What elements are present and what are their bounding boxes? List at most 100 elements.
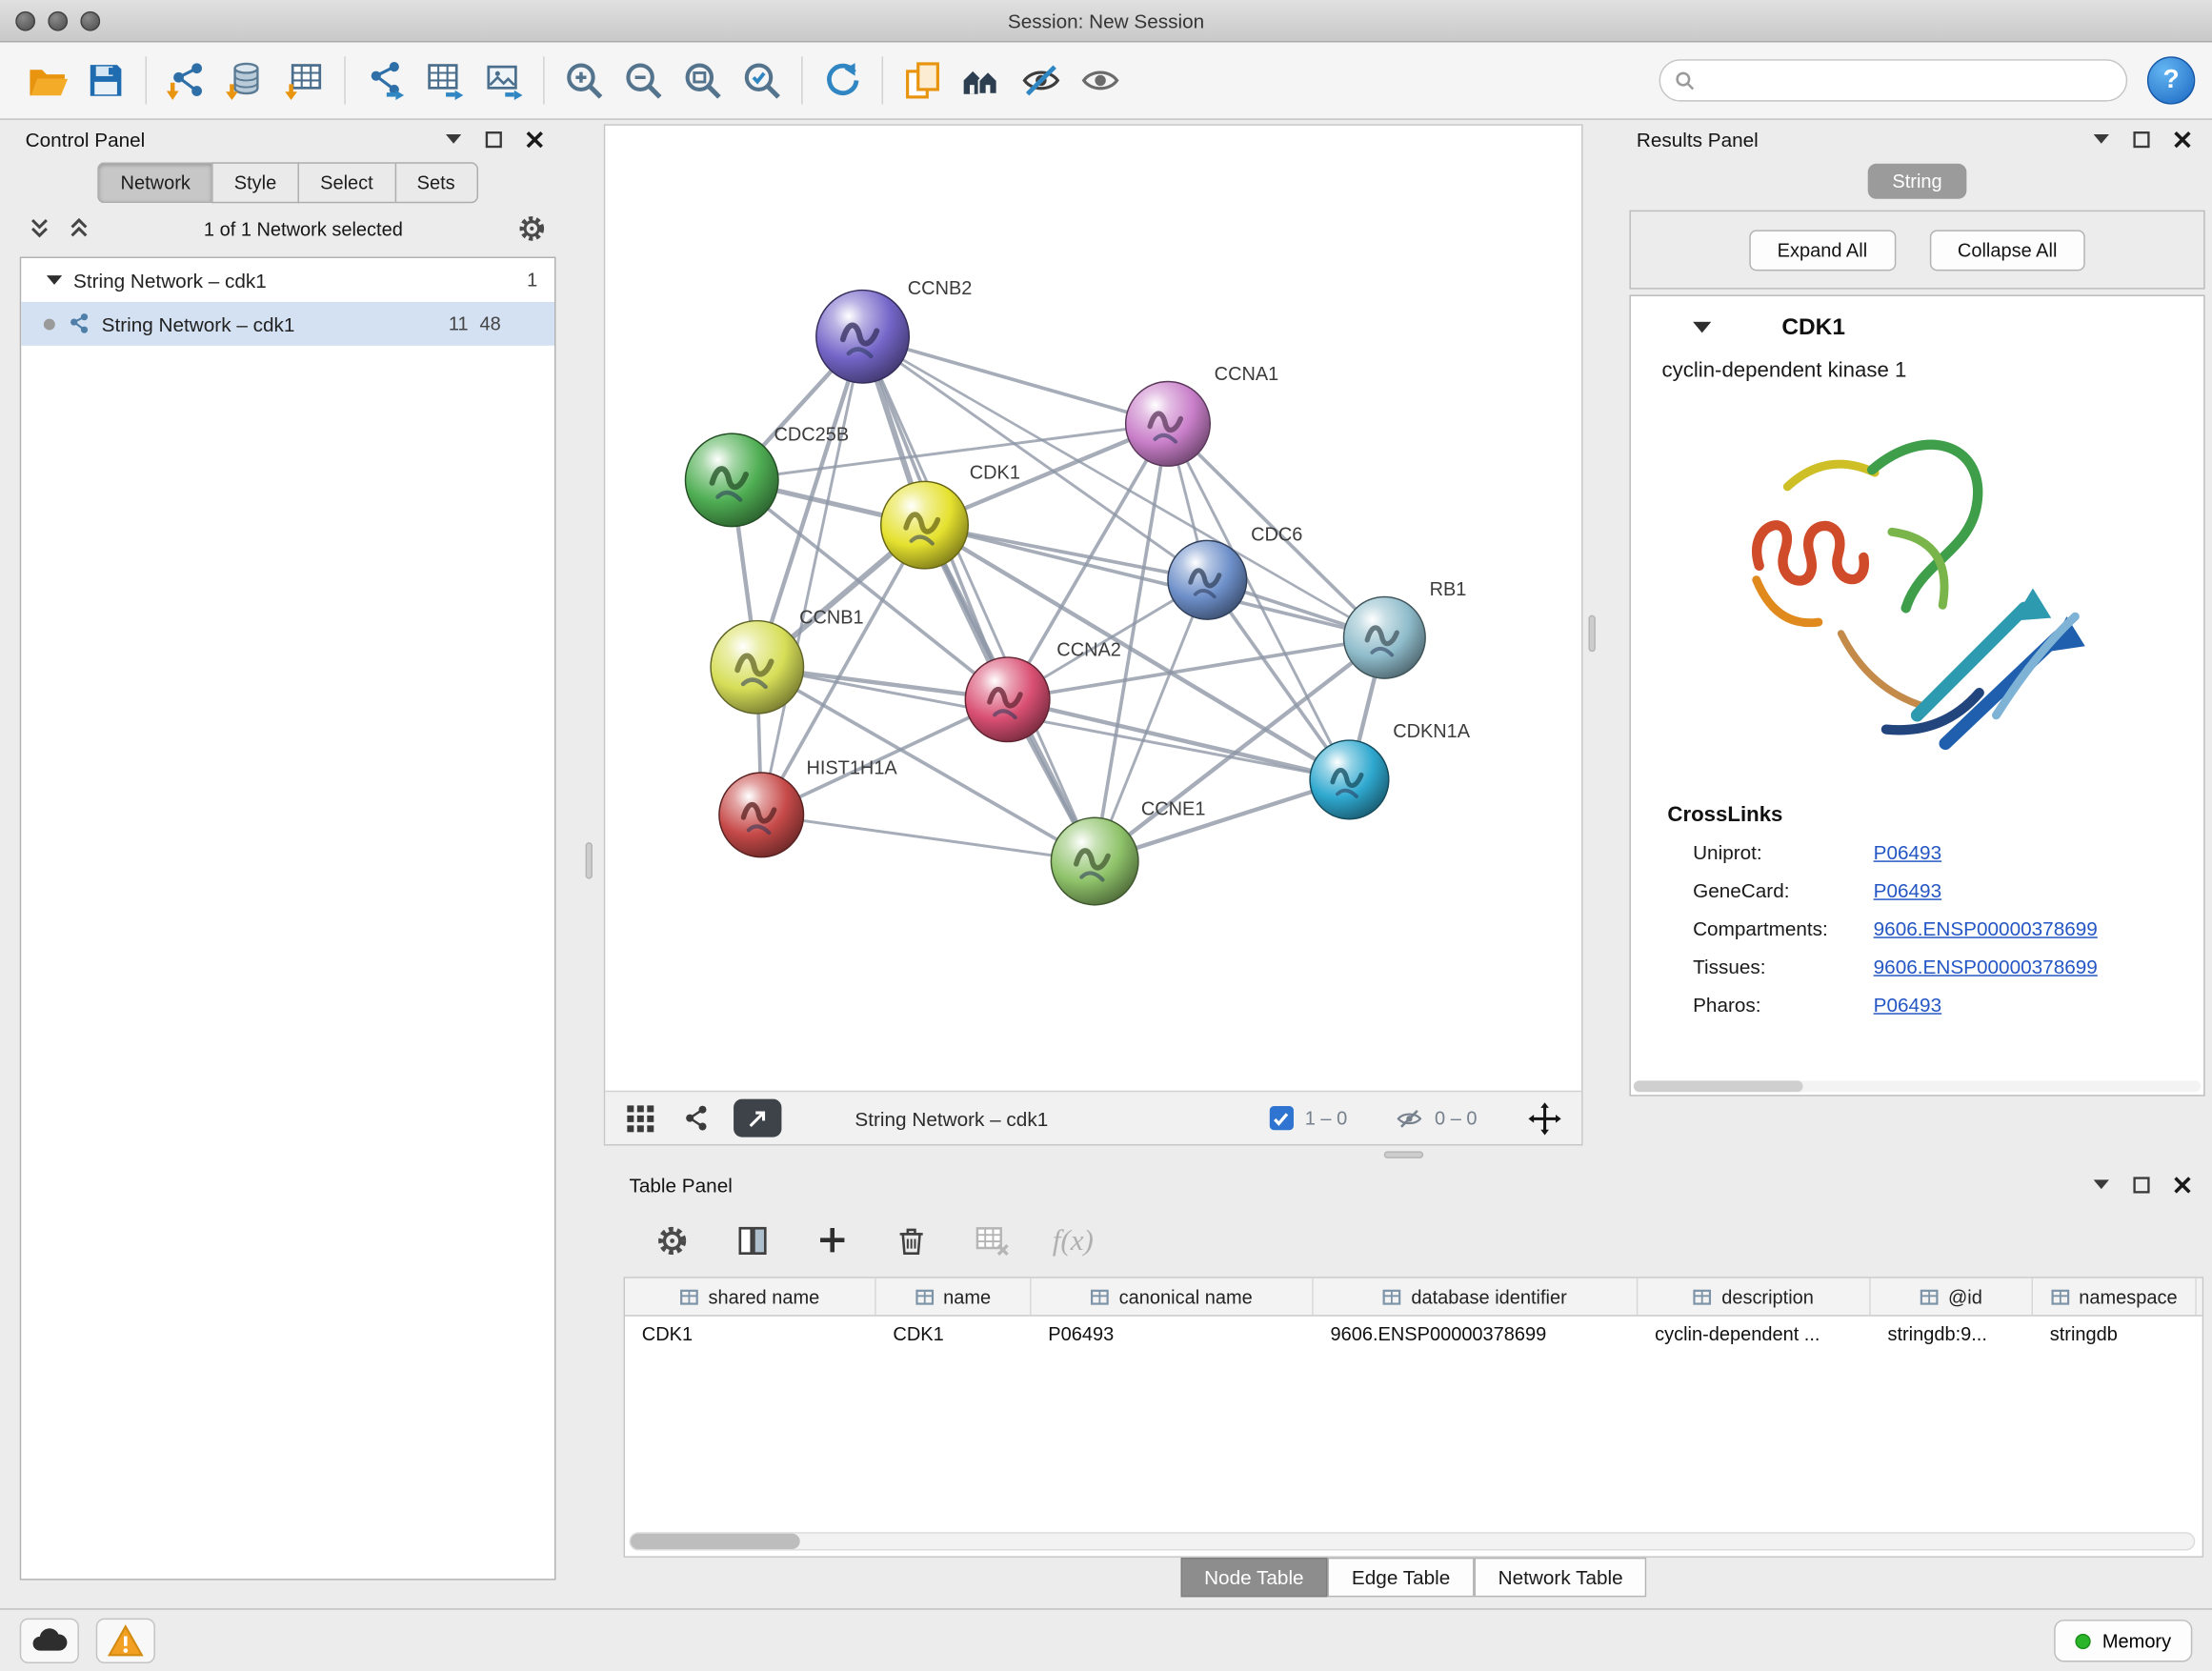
edge-CCNB2-CCNE1[interactable] bbox=[863, 336, 1096, 861]
column-header-shared-name[interactable]: shared name bbox=[625, 1278, 876, 1316]
crosslink-link[interactable]: P06493 bbox=[1874, 841, 1941, 864]
table-panel-float-button[interactable] bbox=[2126, 1170, 2158, 1198]
zoom-out-button[interactable] bbox=[613, 50, 673, 110]
table-cell[interactable]: 9606.ENSP00000378699 bbox=[1314, 1317, 1639, 1355]
add-column-button[interactable] bbox=[813, 1220, 852, 1259]
network-node-CCNA2[interactable] bbox=[965, 657, 1050, 742]
minimize-window-button[interactable] bbox=[48, 10, 68, 30]
close-window-button[interactable] bbox=[15, 10, 35, 30]
table-horizontal-scrollbar[interactable] bbox=[629, 1532, 2195, 1550]
selected-nodes-checkbox-icon[interactable] bbox=[1270, 1106, 1294, 1130]
export-table-button[interactable] bbox=[414, 50, 473, 110]
expand-all-networks-button[interactable] bbox=[65, 214, 93, 243]
network-row-selected[interactable]: String Network – cdk1 11 48 bbox=[21, 302, 554, 346]
control-panel-close-button[interactable] bbox=[519, 125, 551, 153]
export-image-button[interactable] bbox=[474, 50, 533, 110]
zoom-fit-button[interactable] bbox=[673, 50, 732, 110]
zoom-selected-button[interactable] bbox=[733, 50, 792, 110]
network-canvas[interactable]: CCNB2CCNA1CDC25BCDK1CDC6RB1CCNB1CCNA2CDK… bbox=[605, 126, 1584, 1091]
network-node-CDC25B[interactable] bbox=[685, 433, 777, 526]
table-cell[interactable]: stringdb:9... bbox=[1871, 1317, 2033, 1355]
tab-sets[interactable]: Sets bbox=[394, 162, 477, 203]
tab-string-results[interactable]: String bbox=[1868, 164, 1966, 199]
export-network-button[interactable] bbox=[355, 50, 414, 110]
collapse-all-button[interactable]: Collapse All bbox=[1929, 230, 2085, 271]
edge-HIST1H1A-CCNE1[interactable] bbox=[761, 815, 1095, 861]
edge-CCNA2-CDKN1A[interactable] bbox=[1008, 699, 1350, 779]
import-network-file-button[interactable] bbox=[156, 50, 215, 110]
results-panel-close-button[interactable] bbox=[2167, 125, 2199, 153]
results-panel-float-button[interactable] bbox=[2126, 125, 2158, 153]
clone-network-button[interactable] bbox=[893, 50, 952, 110]
network-options-button[interactable] bbox=[513, 211, 551, 248]
table-cell[interactable]: CDK1 bbox=[876, 1317, 1032, 1355]
control-panel-float-button[interactable] bbox=[478, 125, 510, 153]
left-splitter-handle[interactable] bbox=[586, 842, 593, 879]
results-horizontal-scrollbar[interactable] bbox=[1634, 1080, 2201, 1092]
zoom-in-button[interactable] bbox=[554, 50, 613, 110]
network-node-CDKN1A[interactable] bbox=[1310, 740, 1389, 819]
network-node-CCNE1[interactable] bbox=[1051, 817, 1138, 905]
first-neighbors-button[interactable] bbox=[953, 50, 1012, 110]
tab-network[interactable]: Network bbox=[98, 162, 211, 203]
network-node-CDK1[interactable] bbox=[881, 481, 969, 569]
zoom-window-button[interactable] bbox=[80, 10, 100, 30]
column-header-description[interactable]: description bbox=[1638, 1278, 1870, 1316]
table-cell[interactable]: P06493 bbox=[1032, 1317, 1314, 1355]
detach-view-button[interactable] bbox=[734, 1099, 781, 1137]
pan-mode-button[interactable] bbox=[1525, 1098, 1564, 1137]
hide-selected-button[interactable] bbox=[1012, 50, 1071, 110]
table-cell[interactable]: cyclin-dependent ... bbox=[1638, 1317, 1870, 1355]
tab-node-table[interactable]: Node Table bbox=[1180, 1558, 1328, 1597]
crosslink-link[interactable]: 9606.ENSP00000378699 bbox=[1874, 917, 2098, 940]
birdseye-view-button[interactable] bbox=[622, 1099, 659, 1137]
tab-select[interactable]: Select bbox=[297, 162, 393, 203]
tab-network-table[interactable]: Network Table bbox=[1474, 1558, 1646, 1597]
column-header-name[interactable]: name bbox=[876, 1278, 1032, 1316]
crosslink-link[interactable]: P06493 bbox=[1874, 994, 1941, 1017]
search-input[interactable] bbox=[1704, 70, 2112, 91]
table-cell[interactable]: CDK1 bbox=[625, 1317, 876, 1355]
control-panel-menu-button[interactable] bbox=[437, 125, 469, 153]
select-columns-button[interactable] bbox=[733, 1219, 774, 1260]
column-header-namespace[interactable]: namespace bbox=[2033, 1278, 2197, 1316]
delete-table-button[interactable] bbox=[971, 1218, 1013, 1260]
tab-style[interactable]: Style bbox=[211, 162, 297, 203]
table-panel-close-button[interactable] bbox=[2167, 1170, 2199, 1198]
table-settings-button[interactable] bbox=[652, 1219, 693, 1260]
crosslink-link[interactable]: P06493 bbox=[1874, 879, 1941, 902]
delete-column-button[interactable] bbox=[892, 1220, 931, 1259]
table-cell[interactable]: stringdb bbox=[2033, 1317, 2197, 1355]
collapse-all-networks-button[interactable] bbox=[26, 214, 54, 243]
table-panel-menu-button[interactable] bbox=[2085, 1170, 2117, 1198]
refresh-view-button[interactable] bbox=[813, 50, 872, 110]
column-header-canonical-name[interactable]: canonical name bbox=[1032, 1278, 1314, 1316]
function-builder-button[interactable]: f(x) bbox=[1053, 1222, 1094, 1258]
tab-edge-table[interactable]: Edge Table bbox=[1328, 1558, 1475, 1597]
save-session-button[interactable] bbox=[76, 50, 135, 110]
network-node-CCNB2[interactable] bbox=[816, 291, 909, 383]
network-node-CCNA1[interactable] bbox=[1126, 382, 1211, 467]
gene-card-collapse-button[interactable] bbox=[1690, 319, 1714, 336]
expand-all-button[interactable]: Expand All bbox=[1749, 230, 1896, 271]
warnings-button[interactable] bbox=[96, 1619, 155, 1663]
table-row[interactable]: CDK1CDK1P064939606.ENSP00000378699cyclin… bbox=[625, 1317, 2202, 1355]
network-node-RB1[interactable] bbox=[1344, 596, 1426, 678]
crosslink-link[interactable]: 9606.ENSP00000378699 bbox=[1874, 956, 2098, 978]
network-node-CCNB1[interactable] bbox=[711, 621, 803, 714]
import-network-database-button[interactable] bbox=[216, 50, 275, 110]
edge-CCNB2-HIST1H1A[interactable] bbox=[761, 336, 862, 815]
cloud-status-button[interactable] bbox=[20, 1619, 79, 1663]
show-all-button[interactable] bbox=[1071, 50, 1130, 110]
bottom-splitter-handle[interactable] bbox=[1384, 1151, 1423, 1158]
import-table-button[interactable] bbox=[275, 50, 334, 110]
network-node-HIST1H1A[interactable] bbox=[719, 773, 804, 857]
edge-CCNB2-CCNA1[interactable] bbox=[863, 336, 1168, 424]
help-button[interactable]: ? bbox=[2147, 56, 2195, 104]
right-splitter-handle[interactable] bbox=[1588, 615, 1595, 653]
network-node-CDC6[interactable] bbox=[1168, 540, 1247, 619]
open-session-button[interactable] bbox=[17, 50, 76, 110]
network-collection-row[interactable]: String Network – cdk1 1 bbox=[21, 258, 554, 302]
column-header-database-identifier[interactable]: database identifier bbox=[1314, 1278, 1639, 1316]
column-header--id[interactable]: @id bbox=[1871, 1278, 2033, 1316]
